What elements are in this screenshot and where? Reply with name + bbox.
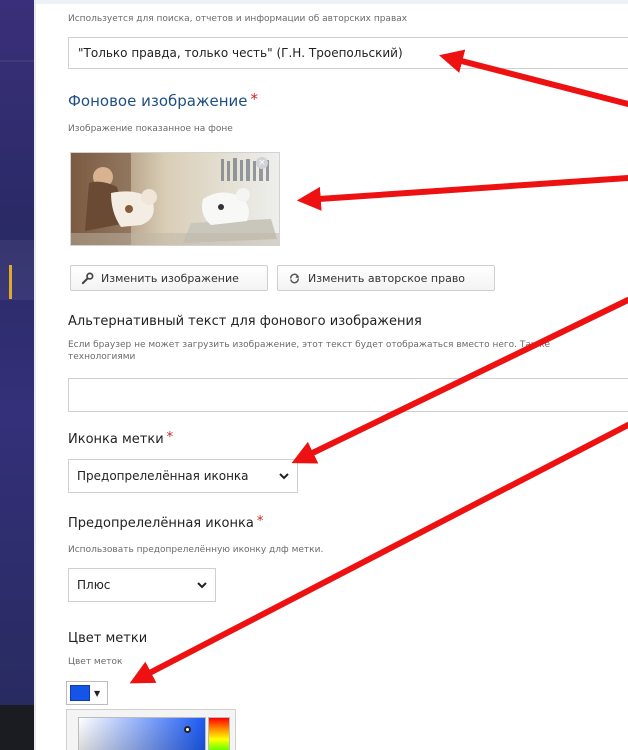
chevron-down-icon: [197, 581, 207, 589]
marker-color-description: Цвет меток: [68, 657, 123, 667]
marker-color-swatch: [70, 685, 90, 701]
panel-top-strip: [36, 0, 628, 4]
change-image-button[interactable]: Изменить изображение: [70, 265, 268, 291]
background-image-description: Изображение показанное на фоне: [68, 124, 233, 134]
required-mark: *: [166, 430, 174, 445]
left-nav-active-marker: [9, 265, 12, 299]
wrench-icon: [80, 271, 94, 285]
marker-icon-label-text: Иконка метки: [68, 432, 164, 447]
caret-down-icon: ▼: [94, 688, 101, 698]
required-mark: *: [256, 514, 264, 529]
marker-icon-select[interactable]: Предопрелелённая иконка: [68, 459, 298, 493]
copyright-description: Используется для поиска, отчетов и инфор…: [68, 14, 408, 24]
predefined-icon-select[interactable]: Плюс: [68, 568, 216, 602]
thumbnail-artwork: [71, 153, 279, 245]
background-image-thumbnail[interactable]: [70, 152, 280, 246]
remove-image-close-icon[interactable]: ×: [256, 157, 268, 169]
marker-icon-label: Иконка метки *: [68, 430, 174, 447]
change-copyright-button[interactable]: Изменить авторское право: [277, 265, 495, 291]
predefined-icon-label-text: Предопрелелённая иконка: [68, 516, 254, 531]
marker-icon-selected: Предопрелелённая иконка: [77, 469, 249, 483]
background-image-label: Фоновое изображение *: [68, 90, 258, 110]
marker-color-label: Цвет метки: [68, 631, 148, 646]
chevron-down-icon: [279, 472, 289, 480]
color-picker-hue-slider[interactable]: [208, 717, 230, 750]
alt-text-description-line1: Если браузер не может загрузить изображе…: [68, 340, 550, 350]
color-picker-handle[interactable]: [184, 726, 191, 733]
alt-text-label: Альтернативный текст для фонового изобра…: [68, 314, 422, 329]
required-mark: *: [250, 90, 258, 108]
copyright-input[interactable]: "Только правда, только честь" (Г.Н. Трое…: [68, 37, 628, 69]
alt-text-description-line2: технологиями: [68, 352, 136, 362]
predefined-icon-description: Использовать предопрелелённую иконку длф…: [68, 545, 324, 555]
background-desktop-left: [0, 0, 34, 750]
background-taskbar-strip: [0, 705, 34, 750]
alt-text-input[interactable]: [68, 378, 628, 412]
predefined-icon-selected: Плюс: [77, 578, 111, 592]
change-copyright-button-label: Изменить авторское право: [308, 271, 466, 285]
color-picker-saturation-area[interactable]: [78, 717, 206, 750]
copyright-input-value: "Только правда, только честь" (Г.Н. Трое…: [78, 46, 403, 60]
editor-form-panel: Используется для поиска, отчетов и инфор…: [34, 0, 628, 750]
predefined-icon-label: Предопрелелённая иконка *: [68, 514, 264, 531]
recycle-icon: [287, 271, 301, 285]
background-image-label-text: Фоновое изображение: [68, 92, 248, 110]
change-image-button-label: Изменить изображение: [101, 271, 239, 285]
marker-color-button[interactable]: ▼: [66, 681, 108, 705]
